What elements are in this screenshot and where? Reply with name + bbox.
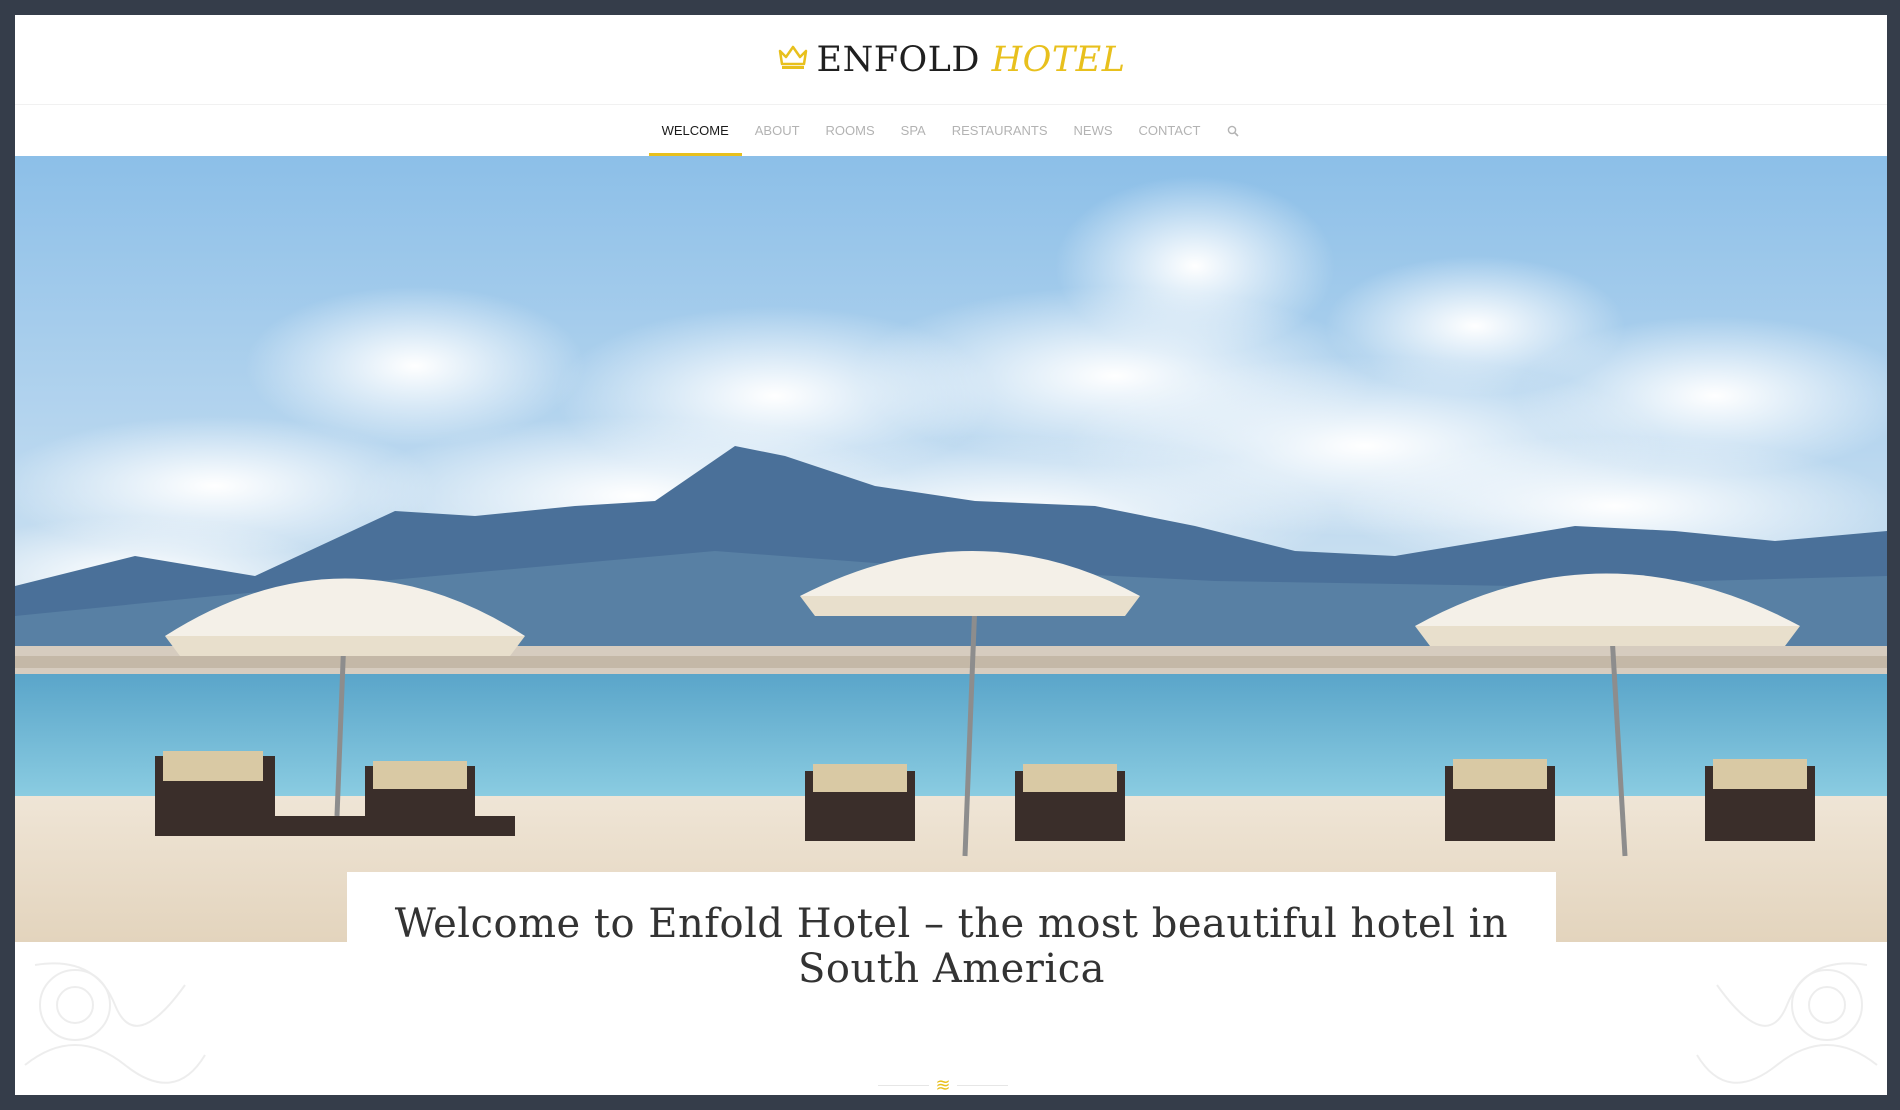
nav-item-restaurants[interactable]: RESTAURANTS: [939, 105, 1061, 156]
nav-item-news[interactable]: NEWS: [1061, 105, 1126, 156]
nav-item-about[interactable]: ABOUT: [742, 105, 813, 156]
main-navigation: WELCOME ABOUT ROOMS SPA RESTAURANTS NEWS…: [15, 105, 1887, 156]
divider-line-left: [878, 1084, 930, 1086]
logo-name: ENFOLD: [816, 39, 980, 80]
welcome-section: Welcome to Enfold Hotel – the most beaut…: [347, 872, 1556, 1017]
hero-image: [15, 156, 1887, 942]
ornament-right: [1696, 962, 1878, 1084]
nav-item-welcome[interactable]: WELCOME: [648, 105, 742, 156]
logo-text: ENFOLD HOTEL: [817, 40, 1126, 80]
header-logo-bar: ENFOLD HOTEL: [15, 15, 1887, 105]
section-divider: ≋: [878, 1075, 1008, 1095]
crown-icon: [777, 44, 809, 75]
divider-line-right: [956, 1084, 1008, 1086]
wave-icon: ≋: [935, 1075, 951, 1095]
browser-viewport: ENFOLD HOTEL WELCOME ABOUT ROOMS SPA RES…: [15, 15, 1887, 1095]
welcome-title: Welcome to Enfold Hotel – the most beaut…: [394, 901, 1509, 992]
ornament-left: [24, 962, 206, 1084]
nav-item-rooms[interactable]: ROOMS: [813, 105, 888, 156]
search-icon[interactable]: [1213, 105, 1253, 156]
logo-accent: HOTEL: [991, 39, 1126, 80]
site-logo[interactable]: ENFOLD HOTEL: [777, 40, 1126, 80]
nav-item-spa[interactable]: SPA: [888, 105, 939, 156]
nav-item-contact[interactable]: CONTACT: [1126, 105, 1214, 156]
